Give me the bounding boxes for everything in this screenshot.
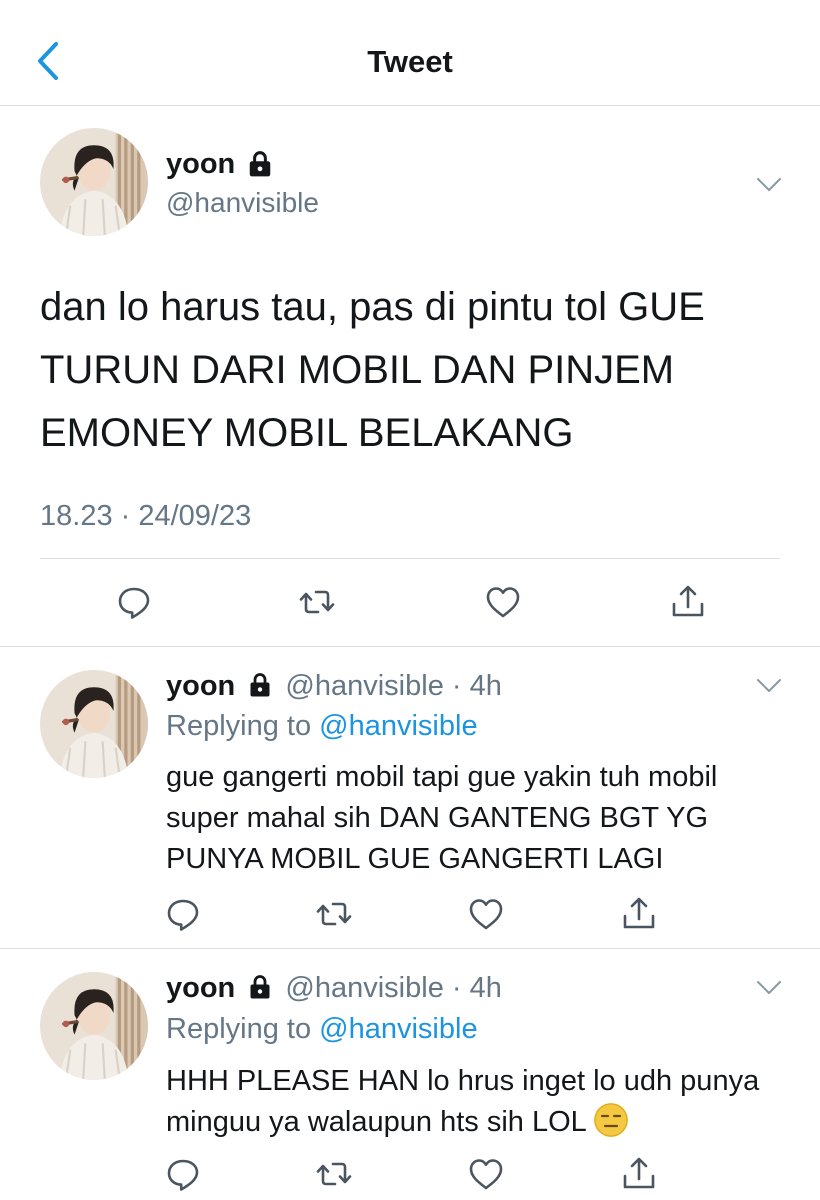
reply-icon[interactable] (163, 894, 203, 934)
reply-text: HHH PLEASE HAN lo hrus inget lo udh puny… (166, 1065, 760, 1138)
expressionless-face-icon (593, 1103, 628, 1137)
divider (40, 558, 780, 559)
lock-icon (247, 974, 273, 1000)
share-icon[interactable] (619, 894, 659, 934)
reply-text-block: HHH PLEASE HAN lo hrus inget lo udh puny… (166, 1061, 796, 1143)
user-handle[interactable]: @hanvisible (166, 187, 319, 219)
display-name[interactable]: yoon (166, 670, 235, 702)
reply-time: · 4h (451, 972, 502, 1004)
chevron-down-icon[interactable] (756, 980, 782, 996)
lock-icon (246, 150, 274, 178)
heart-icon[interactable] (466, 1154, 506, 1194)
display-name[interactable]: yoon (166, 148, 235, 181)
avatar[interactable] (40, 972, 148, 1080)
reply-text: gue gangerti mobil tapi gue yakin tuh mo… (166, 761, 718, 875)
lock-icon (247, 672, 273, 698)
share-icon[interactable] (619, 1154, 659, 1194)
replying-to-line: Replying to @hanvisible (166, 710, 478, 743)
avatar[interactable] (40, 670, 148, 778)
display-name[interactable]: yoon (166, 972, 235, 1004)
retweet-icon[interactable] (314, 1154, 354, 1194)
user-handle[interactable]: @hanvisible (285, 972, 443, 1004)
share-icon[interactable] (668, 582, 708, 622)
reply-header: yoon @hanvisible · 4h (166, 670, 502, 703)
heart-icon[interactable] (466, 894, 506, 934)
divider (0, 948, 820, 949)
retweet-icon[interactable] (314, 894, 354, 934)
reply-time: · 4h (451, 670, 502, 702)
replying-to-label: Replying to (166, 710, 312, 742)
reply-header: yoon @hanvisible · 4h (166, 972, 502, 1005)
replying-to-label: Replying to (166, 1013, 312, 1045)
divider (0, 646, 820, 647)
chevron-down-icon[interactable] (756, 678, 782, 694)
chevron-down-icon[interactable] (756, 177, 782, 193)
tweet-timestamp: 18.23 · 24/09/23 (40, 500, 252, 532)
user-handle[interactable]: @hanvisible (285, 670, 443, 702)
avatar[interactable] (40, 128, 148, 236)
reply-icon[interactable] (163, 1154, 203, 1194)
tweet-text: dan lo harus tau, pas di pintu tol GUE T… (40, 285, 705, 455)
page-title: Tweet (367, 44, 453, 79)
heart-icon[interactable] (483, 582, 523, 622)
replying-to-line: Replying to @hanvisible (166, 1013, 478, 1046)
replying-to-link[interactable]: @hanvisible (319, 710, 477, 742)
reply-icon[interactable] (114, 582, 154, 622)
replying-to-link[interactable]: @hanvisible (319, 1013, 477, 1045)
retweet-icon[interactable] (297, 582, 337, 622)
